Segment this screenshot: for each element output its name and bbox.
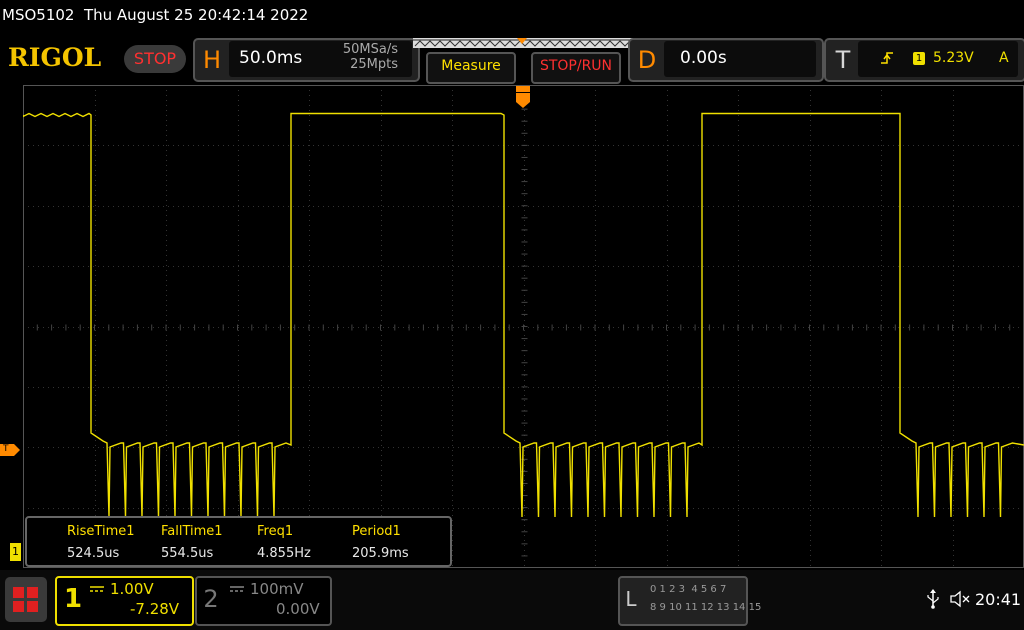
rising-edge-icon (881, 52, 893, 64)
trigger-mode: A (999, 50, 1009, 66)
logic-channels-row1: 0 1 2 3 4 5 6 7 (650, 584, 727, 595)
meas-value-period: 205.9ms (352, 546, 409, 561)
speaker-muted-icon[interactable] (950, 590, 972, 608)
timebase-value: 50.0ms (239, 48, 303, 68)
trigger-source-badge: 1 (913, 52, 925, 65)
trigger-label: T (835, 46, 851, 74)
waveform-display[interactable] (23, 85, 1024, 568)
memory-overview-bar (413, 38, 635, 48)
dc-coupling-icon (90, 586, 104, 592)
meas-header-period: Period1 (352, 524, 401, 539)
usb-icon (927, 589, 939, 609)
window-title: MSO5102 Thu August 25 20:42:14 2022 (2, 6, 309, 24)
meas-value-freq: 4.855Hz (257, 546, 311, 561)
trigger-level: 5.23V (933, 50, 974, 66)
horizontal-label: H (202, 46, 222, 74)
trigger-level-marker-label: T (3, 444, 9, 454)
grid-menu-icon (13, 587, 38, 612)
meas-header-falltime: FallTime1 (161, 524, 223, 539)
meas-header-risetime: RiseTime1 (67, 524, 135, 539)
delay-value-box[interactable]: 0.00s (664, 41, 816, 77)
channel1-number: 1 (63, 584, 83, 614)
rigol-logo: RIGOL (8, 43, 102, 72)
measurement-panel: RiseTime1 FallTime1 Freq1 Period1 524.5u… (25, 516, 452, 567)
delay-value: 0.00s (680, 48, 727, 68)
system-clock: 20:41 (975, 590, 1022, 609)
memory-depth: 25Mpts (350, 57, 398, 72)
trigger-time-marker (516, 86, 530, 108)
channel1-scale: 1.00V (110, 580, 154, 598)
meas-value-risetime: 524.5us (67, 546, 120, 561)
measure-button[interactable]: Measure (426, 52, 516, 84)
trigger-value-box[interactable]: 1 5.23V A (858, 41, 1018, 77)
logic-label: L (625, 587, 637, 611)
meas-value-falltime: 554.5us (161, 546, 214, 561)
meas-header-freq: Freq1 (257, 524, 294, 539)
delay-label: D (637, 46, 657, 74)
stop-run-button[interactable]: STOP/RUN (531, 52, 621, 84)
sample-rate: 50MSa/s (342, 42, 398, 57)
horizontal-values[interactable]: 50.0ms 50MSa/s 25Mpts (229, 41, 412, 77)
channel2-offset: 0.00V (276, 600, 320, 618)
dc-coupling-icon (230, 586, 244, 592)
channel1-offset: -7.28V (130, 600, 180, 618)
logic-channels-row2: 8 9 10 11 12 13 14 15 (650, 602, 762, 613)
channel2-number: 2 (203, 585, 219, 613)
run-status-badge[interactable]: STOP (124, 45, 186, 73)
channel1-offset-marker: 1 (10, 543, 21, 561)
channel2-scale: 100mV (250, 580, 304, 598)
main-menu-button[interactable] (5, 577, 47, 622)
